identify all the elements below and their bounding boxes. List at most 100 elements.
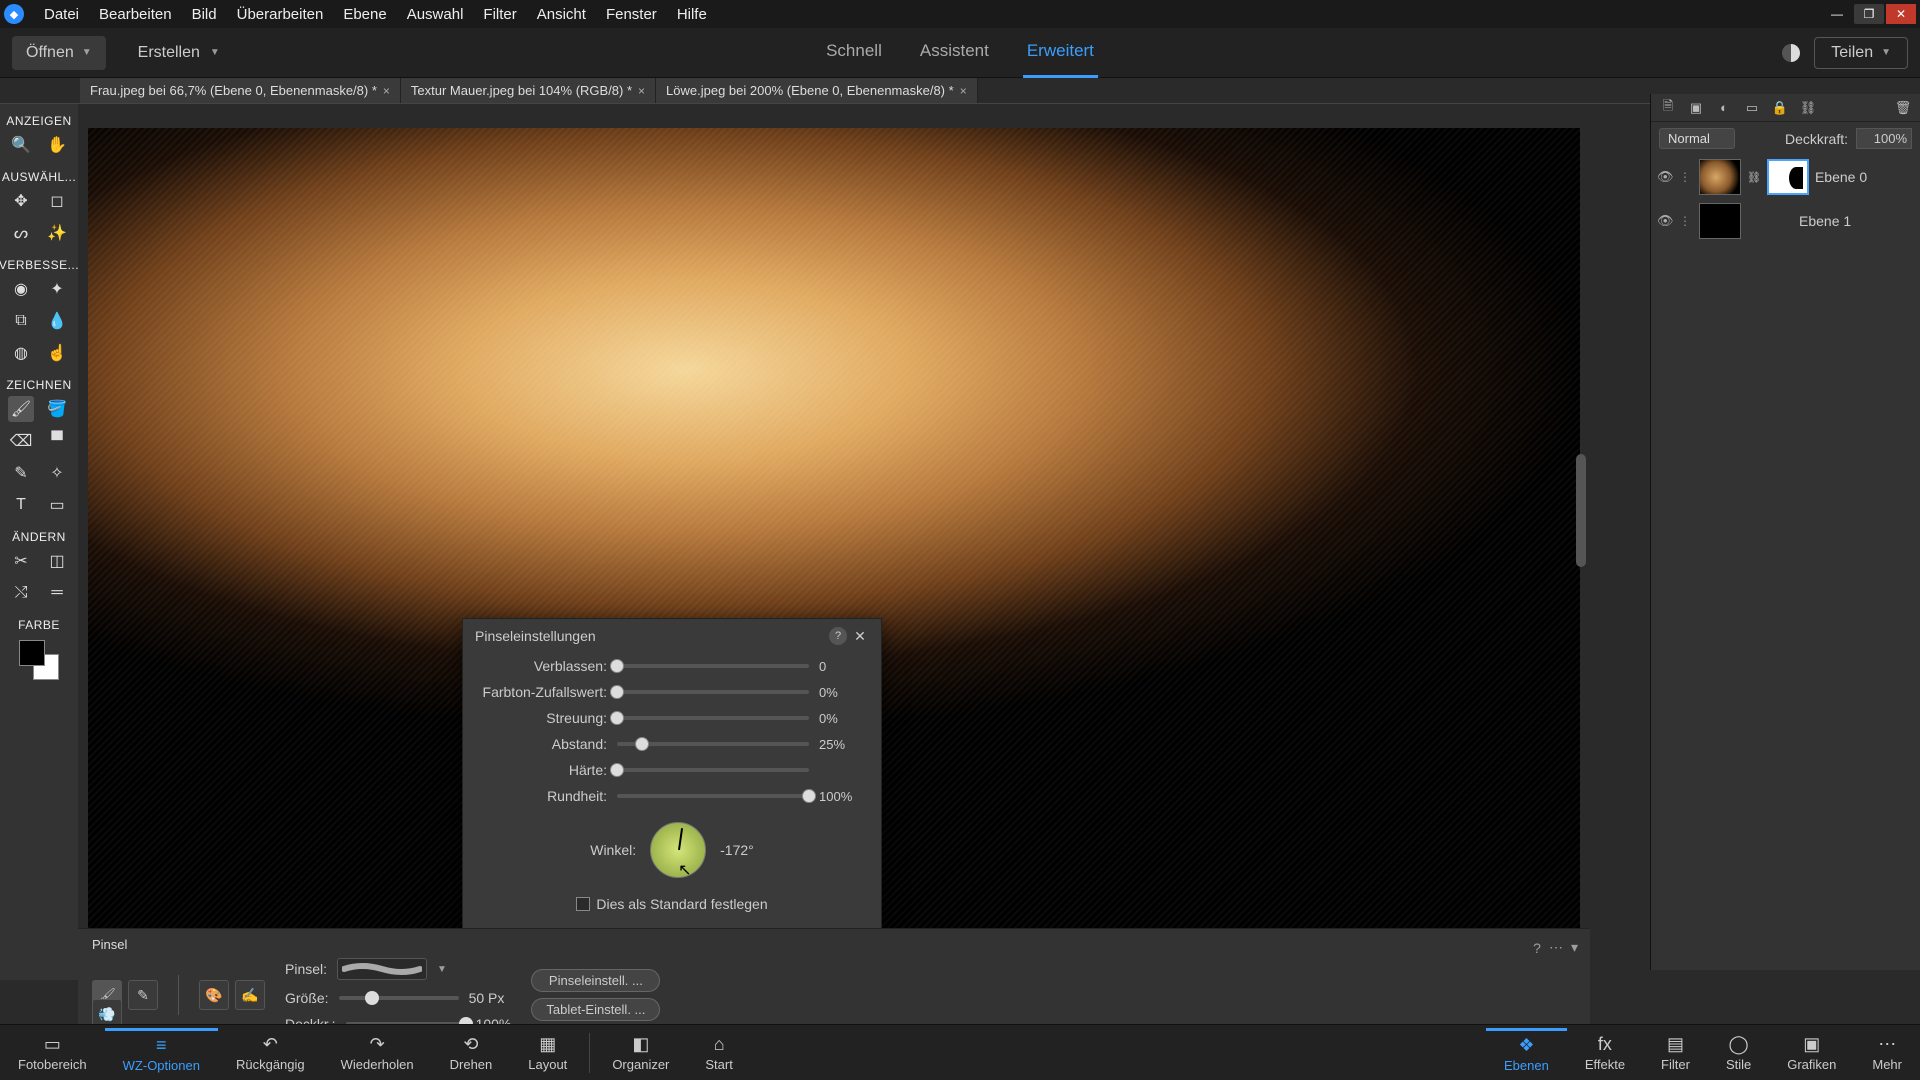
verblassen-value[interactable]: 0 xyxy=(819,659,867,674)
abstand-slider[interactable] xyxy=(617,742,809,746)
vertical-scrollbar[interactable] xyxy=(1574,318,1588,770)
move-tool[interactable]: ✥ xyxy=(8,188,34,214)
close-icon[interactable]: × xyxy=(383,84,390,98)
menu-auswahl[interactable]: Auswahl xyxy=(397,2,474,27)
layer-mask-icon[interactable]: ▭ xyxy=(1743,99,1761,117)
zoom-tool[interactable]: 🔍 xyxy=(8,132,34,158)
tb-fotobereich[interactable]: ▭Fotobereich xyxy=(0,1030,105,1076)
menu-filter[interactable]: Filter xyxy=(473,2,526,27)
tb-effekte[interactable]: fxEffekte xyxy=(1567,1028,1643,1077)
streuung-value[interactable]: 0% xyxy=(819,711,867,726)
brush-mode-color-icon[interactable]: 🎨 xyxy=(199,980,229,1010)
brush-preset-picker[interactable] xyxy=(337,958,427,980)
text-tool[interactable]: T xyxy=(8,492,34,518)
close-icon[interactable]: ✕ xyxy=(851,627,869,645)
menu-ebene[interactable]: Ebene xyxy=(333,2,396,27)
doc-tab-1[interactable]: Textur Mauer.jpeg bei 104% (RGB/8) * × xyxy=(401,78,656,103)
layer-group-icon[interactable]: ▣ xyxy=(1687,99,1705,117)
foreground-color[interactable] xyxy=(19,640,45,666)
new-layer-icon[interactable]: 🗎 xyxy=(1659,99,1677,117)
tb-wiederholen[interactable]: ↷Wiederholen xyxy=(323,1030,432,1076)
link-icon[interactable]: ⋮ xyxy=(1679,214,1693,228)
smudge-tool[interactable]: ☝ xyxy=(44,340,70,366)
winkel-value[interactable]: -172° xyxy=(720,842,754,858)
visibility-icon[interactable]: 👁 xyxy=(1657,169,1673,185)
sponge-tool[interactable]: ◍ xyxy=(8,340,34,366)
window-close-button[interactable]: ✕ xyxy=(1886,4,1916,24)
farbton-value[interactable]: 0% xyxy=(819,685,867,700)
hand-tool[interactable]: ✋ xyxy=(44,132,70,158)
layer-opacity-input[interactable]: 100% xyxy=(1856,128,1912,149)
tb-rueckgaengig[interactable]: ↶Rückgängig xyxy=(218,1030,323,1076)
collapse-icon[interactable]: ▾ xyxy=(1571,939,1578,956)
eraser-tool[interactable]: ⌫ xyxy=(8,428,34,454)
tb-mehr[interactable]: ⋯Mehr xyxy=(1854,1028,1920,1077)
tb-start[interactable]: ⌂Start xyxy=(687,1030,750,1076)
set-default-checkbox[interactable] xyxy=(576,897,590,911)
help-icon[interactable]: ? xyxy=(1533,940,1541,956)
tb-grafiken[interactable]: ▣Grafiken xyxy=(1769,1028,1854,1077)
tb-ebenen[interactable]: ❖Ebenen xyxy=(1486,1028,1567,1077)
tb-organizer[interactable]: ◧Organizer xyxy=(594,1030,687,1076)
tb-wz-optionen[interactable]: ≡WZ-Optionen xyxy=(105,1028,218,1077)
abstand-value[interactable]: 25% xyxy=(819,737,867,752)
verblassen-slider[interactable] xyxy=(617,664,809,668)
doc-tab-0[interactable]: Frau.jpeg bei 66,7% (Ebene 0, Ebenenmask… xyxy=(80,78,401,103)
magic-wand-tool[interactable]: ✨ xyxy=(44,220,70,246)
mode-schnell[interactable]: Schnell xyxy=(822,27,886,78)
recompose-tool[interactable]: ◫ xyxy=(44,548,70,574)
menu-bild[interactable]: Bild xyxy=(182,2,227,27)
straighten-tool[interactable]: ═ xyxy=(44,580,70,606)
farbton-slider[interactable] xyxy=(617,690,809,694)
size-value[interactable]: 50 Px xyxy=(469,990,505,1006)
menu-bearbeiten[interactable]: Bearbeiten xyxy=(89,2,182,27)
brush-settings-button[interactable]: Pinseleinstell. ... xyxy=(531,969,660,992)
delete-layer-icon[interactable]: 🗑 xyxy=(1894,99,1912,117)
menu-hilfe[interactable]: Hilfe xyxy=(667,2,717,27)
marquee-tool[interactable]: ◻ xyxy=(44,188,70,214)
custom-shape-tool[interactable]: ▭ xyxy=(44,492,70,518)
layer-thumbnail[interactable] xyxy=(1699,159,1741,195)
share-button[interactable]: Teilen ▼ xyxy=(1814,37,1908,69)
window-maximize-button[interactable]: ❐ xyxy=(1854,4,1884,24)
tb-stile[interactable]: ◯Stile xyxy=(1708,1028,1769,1077)
more-icon[interactable]: ⋯ xyxy=(1549,939,1563,956)
mode-assistent[interactable]: Assistent xyxy=(916,27,993,78)
paint-bucket-tool[interactable]: 🪣 xyxy=(44,396,70,422)
streuung-slider[interactable] xyxy=(617,716,809,720)
layer-row-0[interactable]: 👁 ⋮ ⛓ Ebene 0 xyxy=(1651,155,1920,199)
blend-mode-select[interactable]: Normal xyxy=(1659,128,1735,149)
mode-erweitert[interactable]: Erweitert xyxy=(1023,27,1098,78)
shape-tool[interactable]: ✧ xyxy=(44,460,70,486)
pencil-tool[interactable]: ✎ xyxy=(8,460,34,486)
brush-tool[interactable]: 🖌 xyxy=(8,396,34,422)
menu-ansicht[interactable]: Ansicht xyxy=(527,2,596,27)
clone-tool[interactable]: ⧉ xyxy=(8,308,34,334)
tablet-settings-button[interactable]: Tablet-Einstell. ... xyxy=(531,998,660,1021)
crop-tool[interactable]: ✂ xyxy=(8,548,34,574)
theme-toggle[interactable] xyxy=(1782,44,1800,62)
rundheit-slider[interactable] xyxy=(617,794,809,798)
haerte-slider[interactable] xyxy=(617,768,809,772)
menu-fenster[interactable]: Fenster xyxy=(596,2,667,27)
content-move-tool[interactable]: ⤭ xyxy=(8,580,34,606)
tb-layout[interactable]: ▦Layout xyxy=(510,1030,585,1076)
lock-layer-icon[interactable]: 🔒 xyxy=(1771,99,1789,117)
brush-mode-impression-icon[interactable]: ✎ xyxy=(128,980,158,1010)
link-icon[interactable]: ⋮ xyxy=(1679,170,1693,184)
create-button[interactable]: Erstellen ▼ xyxy=(120,36,238,70)
brush-mode-detail-icon[interactable]: ✍ xyxy=(235,980,265,1010)
window-minimize-button[interactable]: — xyxy=(1822,4,1852,24)
adjustment-layer-icon[interactable]: ◐ xyxy=(1715,99,1733,117)
open-button[interactable]: Öffnen ▼ xyxy=(12,36,106,70)
close-icon[interactable]: × xyxy=(960,84,967,98)
spot-heal-tool[interactable]: ✦ xyxy=(44,276,70,302)
layer-thumbnail[interactable] xyxy=(1699,203,1741,239)
rundheit-value[interactable]: 100% xyxy=(819,789,867,804)
link-layers-icon[interactable]: ⛓ xyxy=(1799,99,1817,117)
doc-tab-2[interactable]: Löwe.jpeg bei 200% (Ebene 0, Ebenenmaske… xyxy=(656,78,978,103)
menu-ueberarbeiten[interactable]: Überarbeiten xyxy=(227,2,334,27)
blur-tool[interactable]: 💧 xyxy=(44,308,70,334)
layer-name[interactable]: Ebene 1 xyxy=(1799,213,1851,229)
lasso-tool[interactable]: ᔕ xyxy=(8,220,34,246)
